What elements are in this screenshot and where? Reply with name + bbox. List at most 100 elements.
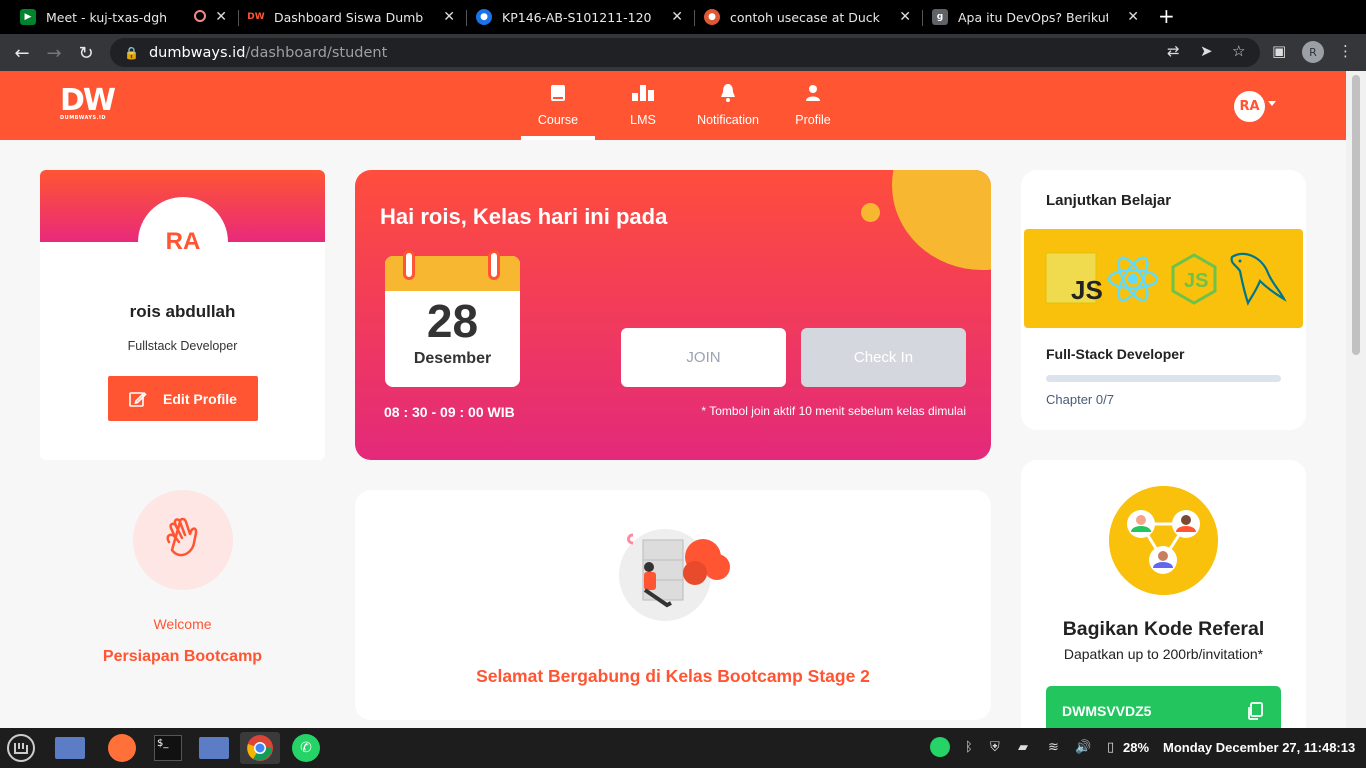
nav-profile[interactable]: Profile [776, 71, 850, 140]
back-icon[interactable]: ← [10, 41, 34, 65]
class-today-card: Hai rois, Kelas hari ini pada 28 Desembe… [355, 170, 991, 460]
check-in-button[interactable]: Check In [801, 328, 966, 387]
close-tab-icon[interactable]: ✕ [1127, 9, 1139, 25]
calendar-day: 28 [426, 295, 479, 347]
profile-avatar: RA [138, 197, 228, 287]
nav-notification[interactable]: Notification [691, 71, 765, 140]
tab-title: KP146-AB-S101211-120077 [502, 9, 652, 25]
scrollbar-thumb[interactable] [1352, 75, 1360, 355]
lock-icon: 🔒 [124, 45, 139, 60]
tab-dashboard[interactable]: DW Dashboard Siswa DumbWays ✕ [240, 0, 465, 34]
nav-course[interactable]: Course [521, 71, 595, 140]
system-clock[interactable]: Monday December 27, 11:48:13 [1163, 740, 1355, 755]
dumbways-logo[interactable]: DW DUMBWAYS.ID [60, 83, 116, 127]
javascript-icon: JS [1045, 252, 1103, 305]
translate-icon[interactable]: ⇄ [1167, 42, 1180, 60]
referral-code: DWMSVVDZ5 [1062, 703, 1152, 719]
course-banner: JS JS [1024, 229, 1303, 328]
welcome-label: Welcome [153, 616, 212, 632]
page-scrollbar[interactable] [1346, 71, 1366, 728]
referral-title: Bagikan Kode Referal [1062, 618, 1265, 640]
menu-kebab-icon[interactable]: ⋮ [1338, 42, 1353, 60]
referral-card: Bagikan Kode Referal Dapatkan up to 200r… [1021, 460, 1306, 750]
tab-title: contoh usecase at DuckDuckGo [730, 9, 880, 25]
edit-profile-button[interactable]: Edit Profile [108, 376, 258, 421]
nav-notification-label: Notification [697, 113, 759, 127]
start-menu-icon[interactable] [6, 734, 36, 762]
browser-toolbar: ← → ↻ 🔒 dumbways.id/dashboard/student ⇄ … [0, 34, 1366, 71]
profile-card: RA rois abdullah Fullstack Developer Edi… [40, 170, 325, 460]
os-taskbar: $_ ✆ ᛒ ⛨ ▰ ≋ 🔊 ▯ 28% Monday December 27,… [0, 728, 1366, 768]
tab-title: Meet - kuj-txas-dgh [46, 9, 168, 25]
new-tab-icon[interactable]: + [1158, 4, 1175, 28]
whatsapp-icon[interactable]: ✆ [291, 734, 321, 762]
welcome-title[interactable]: Persiapan Bootcamp [40, 648, 325, 666]
forward-icon[interactable]: → [42, 41, 66, 65]
join-note: * Tombol join aktif 10 menit sebelum kel… [701, 404, 966, 418]
tab-meet[interactable]: ▶ Meet - kuj-txas-dgh ✕ [12, 0, 237, 34]
firefox-icon[interactable] [107, 734, 137, 762]
logo-sub: DUMBWAYS.ID [60, 115, 107, 121]
nav-course-label: Course [537, 113, 579, 127]
shield-icon[interactable]: ⛨ [990, 740, 1000, 755]
nvidia-icon[interactable]: ▰ [1018, 740, 1028, 755]
file-manager-icon[interactable] [199, 734, 229, 762]
continue-learning-title: Lanjutkan Belajar [1046, 192, 1172, 209]
tab-document[interactable]: ● KP146-AB-S101211-120077 ✕ [468, 0, 693, 34]
referral-subtitle: Dapatkan up to 200rb/invitation* [1063, 646, 1264, 662]
reading-list-icon[interactable]: ▣ [1272, 42, 1286, 60]
edit-icon [129, 391, 147, 407]
nav-lms-label: LMS [630, 113, 656, 127]
close-tab-icon[interactable]: ✕ [671, 9, 683, 25]
nav-lms[interactable]: LMS [606, 71, 680, 140]
address-bar[interactable]: 🔒 dumbways.id/dashboard/student [110, 38, 1260, 67]
join-button[interactable]: JOIN [621, 328, 786, 387]
wave-hand-icon [133, 490, 233, 590]
bootcamp-illustration [619, 529, 730, 621]
tab-title: Apa itu DevOps? Berikut Pen [958, 9, 1108, 25]
calendar-ring [488, 250, 500, 280]
wifi-icon[interactable]: ≋ [1048, 740, 1059, 755]
tab-devops[interactable]: g Apa itu DevOps? Berikut Pen ✕ [924, 0, 1149, 34]
volume-icon[interactable]: 🔊 [1075, 740, 1091, 755]
book-icon [551, 85, 565, 101]
course-progress-bar [1046, 375, 1281, 382]
class-time: 08 : 30 - 09 : 00 WIB [384, 404, 515, 420]
reload-icon[interactable]: ↻ [74, 41, 98, 65]
document-icon: ● [476, 9, 492, 25]
logo-mark: DW [60, 83, 116, 118]
class-greeting: Hai rois, Kelas hari ini pada [380, 204, 668, 229]
svg-text:JS: JS [1071, 275, 1103, 305]
recording-icon [194, 10, 206, 22]
url-host: dumbways.id [148, 44, 246, 61]
browser-tab-strip: ▶ Meet - kuj-txas-dgh ✕ DW Dashboard Sis… [0, 0, 1366, 34]
google-meet-icon: ▶ [20, 9, 36, 25]
send-icon[interactable]: ➤ [1200, 42, 1213, 60]
chrome-icon[interactable] [245, 734, 275, 762]
svg-text:JS: JS [1184, 270, 1208, 292]
browser-profile-avatar[interactable]: R [1302, 41, 1324, 63]
podium-icon [632, 85, 654, 101]
close-tab-icon[interactable]: ✕ [215, 9, 227, 25]
duckduckgo-icon: ● [704, 9, 720, 25]
bootcamp-message: Selamat Bergabung di Kelas Bootcamp Stag… [476, 666, 870, 686]
desktop-icon[interactable] [55, 734, 85, 762]
mysql-icon [1230, 252, 1287, 306]
whatsapp-tray-icon[interactable] [930, 737, 950, 757]
close-tab-icon[interactable]: ✕ [443, 9, 455, 25]
tab-duckduckgo[interactable]: ● contoh usecase at DuckDuckGo ✕ [696, 0, 921, 34]
battery-level: 28% [1123, 740, 1150, 755]
battery-icon[interactable]: ▯ [1107, 740, 1114, 755]
chapter-progress: Chapter 0/7 [1046, 392, 1114, 407]
react-icon [1107, 256, 1159, 302]
continue-learning-card[interactable]: Lanjutkan Belajar JS JS Full-Stack Devel… [1021, 170, 1306, 430]
user-avatar[interactable]: RA [1234, 91, 1265, 122]
nodejs-icon: JS [1171, 253, 1217, 305]
bookmark-star-icon[interactable]: ☆ [1232, 42, 1245, 60]
terminal-icon[interactable]: $_ [153, 734, 183, 762]
referral-network-icon [1109, 486, 1218, 595]
chevron-down-icon[interactable] [1268, 101, 1276, 106]
close-tab-icon[interactable]: ✕ [899, 9, 911, 25]
copy-icon[interactable] [1247, 702, 1263, 720]
bluetooth-icon[interactable]: ᛒ [965, 740, 973, 755]
